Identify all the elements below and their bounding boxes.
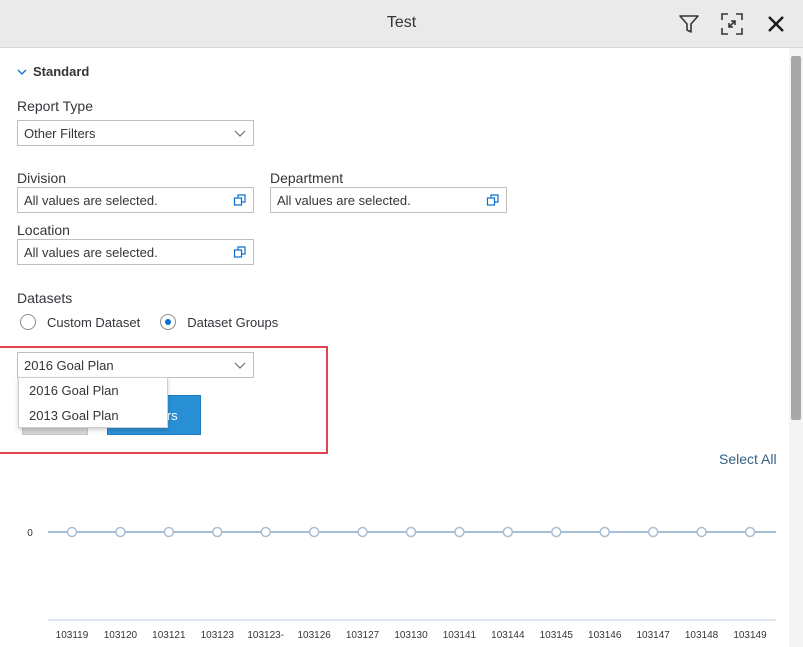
- datasets-radio-group: Custom Dataset Dataset Groups: [20, 314, 298, 330]
- close-icon[interactable]: [764, 12, 788, 36]
- expand-icon[interactable]: [720, 12, 744, 36]
- annotation-highlight-box: [0, 346, 328, 454]
- value-help-icon[interactable]: [233, 193, 247, 207]
- data-point: [260, 526, 271, 538]
- data-point: [212, 526, 223, 538]
- chevron-down-icon: [234, 130, 246, 137]
- section-label: Standard: [33, 64, 90, 79]
- data-point: [696, 526, 707, 538]
- department-value: All values are selected.: [277, 193, 411, 208]
- x-tick-label: 103145: [540, 630, 574, 641]
- datasets-label: Datasets: [17, 290, 73, 306]
- x-tick-label: 103121: [152, 630, 186, 641]
- radio-dataset-groups-label[interactable]: Dataset Groups: [187, 315, 278, 330]
- data-point: [405, 526, 417, 538]
- radio-custom-dataset-label[interactable]: Custom Dataset: [47, 315, 140, 330]
- x-tick-label: 103119: [56, 630, 89, 641]
- division-label: Division: [17, 170, 67, 186]
- report-type-select[interactable]: Other Filters: [17, 120, 254, 146]
- filter-icon[interactable]: [677, 12, 701, 36]
- data-point: [454, 526, 465, 538]
- data-point: [502, 526, 514, 538]
- x-tick-label: 103126: [297, 630, 331, 641]
- location-field[interactable]: All values are selected.: [17, 239, 254, 265]
- chevron-down-icon: [17, 69, 27, 75]
- department-field[interactable]: All values are selected.: [270, 187, 507, 213]
- report-type-value: Other Filters: [24, 126, 96, 141]
- x-tick-label: 103123: [201, 630, 235, 641]
- department-label: Department: [270, 170, 344, 186]
- x-tick-label: 103146: [588, 630, 622, 641]
- x-tick-label: 103127: [346, 630, 380, 641]
- radio-dataset-groups[interactable]: [160, 314, 177, 330]
- data-point: [66, 526, 78, 538]
- data-point: [744, 526, 756, 538]
- data-point: [163, 526, 175, 538]
- value-help-icon[interactable]: [233, 245, 247, 259]
- location-value: All values are selected.: [24, 245, 158, 260]
- data-point: [551, 526, 562, 538]
- dialog-header: Test: [0, 0, 803, 48]
- x-tick-label: 103148: [685, 630, 719, 641]
- report-type-label: Report Type: [17, 98, 94, 114]
- line-chart: 0 103119 103120 103121 103123 103123- 103126 10…: [27, 526, 776, 641]
- location-label: Location: [17, 222, 70, 238]
- radio-custom-dataset[interactable]: [20, 314, 36, 330]
- data-point: [357, 526, 368, 538]
- x-tick-label: 103123-: [247, 630, 284, 641]
- division-value: All values are selected.: [24, 193, 158, 208]
- value-help-icon[interactable]: [486, 193, 500, 207]
- x-tick-label: 103141: [443, 630, 477, 641]
- x-tick-label: 103120: [104, 630, 138, 641]
- division-field[interactable]: All values are selected.: [17, 187, 254, 213]
- select-all-link[interactable]: Select All: [719, 451, 777, 467]
- data-point: [115, 526, 126, 538]
- x-tick-label: 103147: [636, 630, 670, 641]
- data-point: [647, 526, 659, 538]
- scrollbar-thumb[interactable]: [791, 56, 801, 420]
- data-point: [599, 526, 610, 538]
- x-tick-label: 103130: [394, 630, 428, 641]
- x-tick-label: 103149: [733, 630, 767, 641]
- section-standard-toggle[interactable]: Standard: [17, 64, 89, 79]
- y-tick-label: 0: [27, 528, 33, 539]
- x-tick-label: 103144: [491, 630, 525, 641]
- data-point: [308, 526, 320, 538]
